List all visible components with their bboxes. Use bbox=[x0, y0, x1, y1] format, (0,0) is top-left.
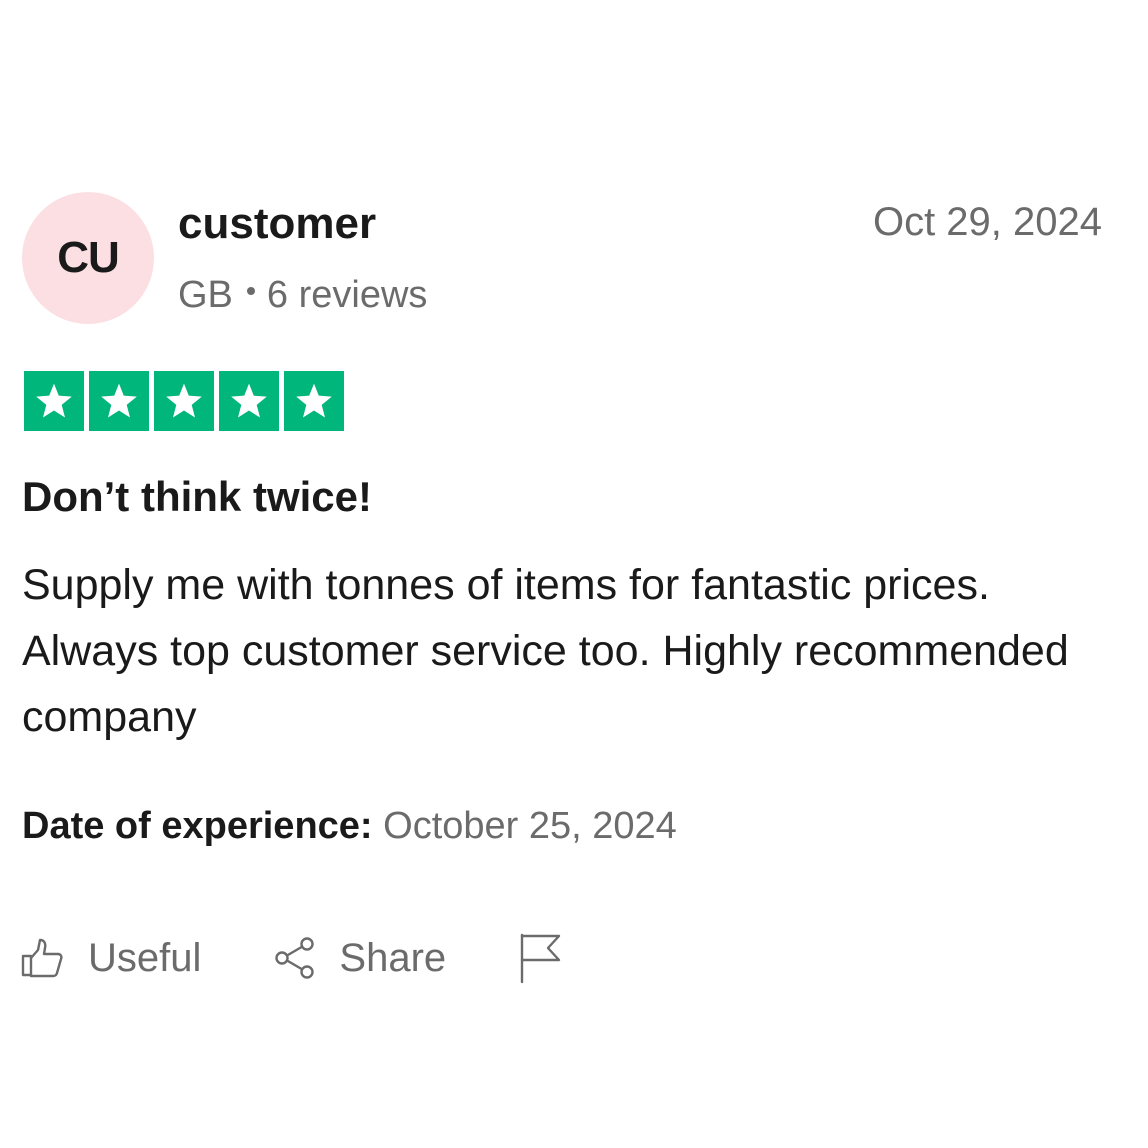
author-meta: GB 6 reviews bbox=[178, 272, 427, 318]
review-text: Supply me with tonnes of items for fanta… bbox=[22, 561, 1069, 741]
author-name[interactable]: customer bbox=[178, 198, 376, 250]
useful-label: Useful bbox=[88, 935, 202, 980]
share-label: Share bbox=[339, 935, 447, 980]
star-icon bbox=[89, 371, 149, 431]
thumbs-up-icon bbox=[20, 936, 64, 980]
share-icon bbox=[273, 936, 317, 980]
share-button[interactable]: Share bbox=[273, 936, 446, 981]
star-icon bbox=[24, 371, 84, 431]
review-actions: Useful Share bbox=[20, 928, 562, 988]
avatar-initials: CU bbox=[57, 233, 120, 282]
report-button[interactable] bbox=[518, 932, 562, 984]
author-country: GB bbox=[178, 274, 233, 316]
avatar[interactable]: CU bbox=[22, 192, 154, 324]
date-of-experience: Date of experience: October 25, 2024 bbox=[22, 802, 677, 850]
star-icon bbox=[154, 371, 214, 431]
experience-label: Date of experience: bbox=[22, 805, 373, 847]
posted-date: Oct 29, 2024 bbox=[872, 200, 1102, 244]
separator-dot bbox=[246, 287, 255, 295]
experience-date: October 25, 2024 bbox=[383, 805, 677, 847]
star-rating bbox=[24, 371, 344, 431]
star-icon bbox=[284, 371, 344, 431]
review-card: CU customer GB 6 reviews Oct 29, 2024 Do… bbox=[0, 0, 1148, 1148]
star-icon bbox=[219, 371, 279, 431]
review-title[interactable]: Don’t think twice! bbox=[22, 472, 372, 522]
useful-button[interactable]: Useful bbox=[20, 936, 201, 981]
flag-icon bbox=[518, 932, 562, 984]
author-review-count: 6 reviews bbox=[266, 274, 428, 316]
